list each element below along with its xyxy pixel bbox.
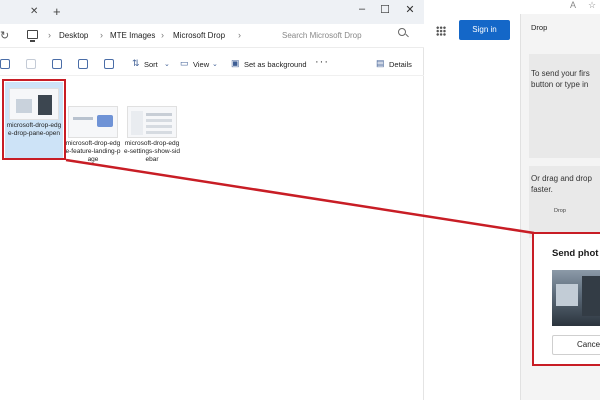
read-aloud-icon[interactable]: A [570, 0, 576, 10]
highlight-box [2, 79, 66, 160]
chevron-down-icon: ⌄ [212, 61, 218, 68]
breadcrumb-microsoft-drop[interactable]: Microsoft Drop [173, 31, 225, 40]
close-window-icon[interactable]: ✕ [402, 3, 418, 16]
details-pane-icon[interactable]: ▤ [376, 58, 385, 69]
file-name: microsoft-drop-edge-settings-show-sideba… [124, 140, 180, 163]
more-options-icon[interactable]: ··· [315, 56, 329, 68]
minimize-icon[interactable]: – [354, 3, 370, 15]
paste-icon[interactable] [26, 59, 36, 69]
breadcrumb-desktop[interactable]: Desktop [59, 31, 88, 40]
set-as-background-button[interactable]: Set as background [244, 60, 307, 69]
search-icon[interactable] [398, 28, 406, 36]
chevron-down-icon: ⌄ [164, 61, 170, 68]
breadcrumb-mte-images[interactable]: MTE Images [110, 31, 155, 40]
new-tab-icon[interactable]: + [53, 4, 61, 19]
command-bar: ⇅ Sort ⌄ ▭ View ⌄ ▣ Set as background ··… [0, 50, 424, 76]
explorer-titlebar: ✕ + – ☐ ✕ [0, 0, 424, 24]
sort-button[interactable]: Sort [144, 60, 158, 69]
drop-panel-title: Drop [531, 23, 548, 32]
view-icon[interactable]: ▭ [180, 58, 189, 69]
file-item-settings-show-sidebar[interactable]: microsoft-drop-edge-settings-show-sideba… [123, 100, 181, 164]
drop-intro-text: To send your firs [531, 69, 590, 78]
address-bar: ↻ › Desktop › MTE Images › Microsoft Dro… [0, 24, 424, 48]
rename-icon[interactable] [52, 59, 62, 69]
send-photo-dialog: Send phot Cancel [532, 232, 600, 366]
file-explorer-window: ✕ + – ☐ ✕ ↻ › Desktop › MTE Images › Mic… [0, 0, 424, 400]
details-button[interactable]: Details [389, 60, 412, 69]
chevron-right-icon: › [100, 30, 103, 40]
send-dialog-title: Send phot [552, 248, 599, 259]
chevron-right-icon: › [161, 30, 164, 40]
drop-intro-text: button or type in [531, 80, 589, 89]
chevron-right-icon: › [238, 30, 241, 40]
share-icon[interactable] [78, 59, 88, 69]
file-name: microsoft-drop-edge-feature-landing-page [65, 140, 121, 163]
copy-path-icon[interactable] [0, 59, 10, 69]
search-input[interactable]: Search Microsoft Drop [278, 28, 412, 44]
send-photo-preview [552, 270, 600, 326]
refresh-icon[interactable]: ↻ [0, 29, 9, 42]
chevron-right-icon: › [48, 30, 51, 40]
cancel-button[interactable]: Cancel [552, 335, 600, 355]
sort-icon[interactable]: ⇅ [132, 58, 140, 69]
set-background-icon[interactable]: ▣ [231, 58, 240, 69]
drop-drag-text: Or drag and drop [531, 174, 592, 183]
drop-drag-text: faster. [531, 185, 553, 194]
favorite-star-icon[interactable]: ☆ [588, 0, 596, 11]
delete-icon[interactable] [104, 59, 114, 69]
apps-grid-icon[interactable] [436, 26, 446, 36]
maximize-icon[interactable]: ☐ [377, 3, 393, 16]
drop-mini-label: Drop [554, 208, 566, 214]
file-thumbnail [127, 106, 177, 138]
file-thumbnail [68, 106, 118, 138]
this-pc-icon[interactable] [27, 30, 38, 42]
file-item-feature-landing-page[interactable]: microsoft-drop-edge-feature-landing-page [64, 100, 122, 164]
view-button[interactable]: View [193, 60, 209, 69]
sign-in-button[interactable]: Sign in [459, 20, 510, 40]
close-tab-icon[interactable]: ✕ [30, 6, 38, 17]
